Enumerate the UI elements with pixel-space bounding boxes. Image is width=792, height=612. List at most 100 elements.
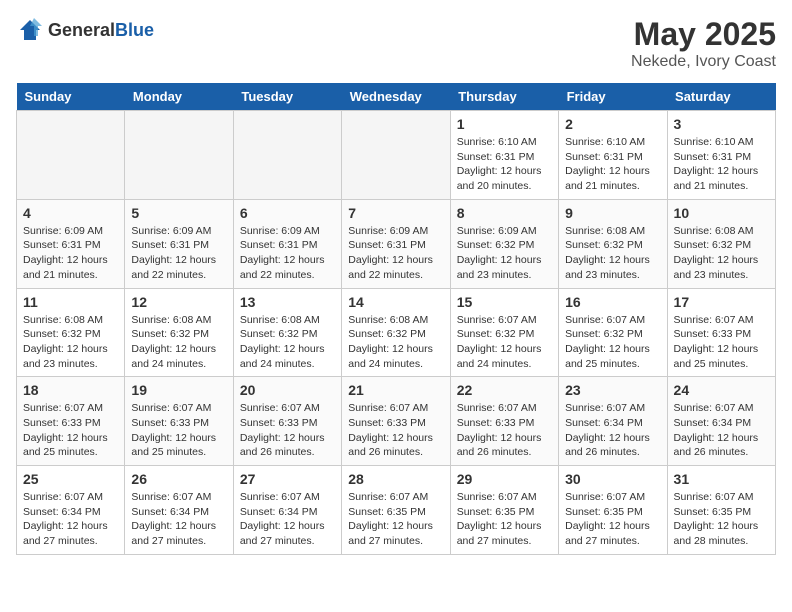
day-info: Sunrise: 6:10 AM Sunset: 6:31 PM Dayligh… <box>457 135 552 194</box>
day-info: Sunrise: 6:07 AM Sunset: 6:32 PM Dayligh… <box>565 313 660 372</box>
day-number: 29 <box>457 471 552 487</box>
day-number: 16 <box>565 294 660 310</box>
calendar-cell: 6Sunrise: 6:09 AM Sunset: 6:31 PM Daylig… <box>233 199 341 288</box>
day-number: 4 <box>23 205 118 221</box>
day-info: Sunrise: 6:07 AM Sunset: 6:34 PM Dayligh… <box>131 490 226 549</box>
calendar-cell: 3Sunrise: 6:10 AM Sunset: 6:31 PM Daylig… <box>667 111 775 200</box>
day-number: 28 <box>348 471 443 487</box>
header-tuesday: Tuesday <box>233 83 341 111</box>
day-info: Sunrise: 6:07 AM Sunset: 6:33 PM Dayligh… <box>131 401 226 460</box>
location-title: Nekede, Ivory Coast <box>631 53 776 71</box>
day-info: Sunrise: 6:09 AM Sunset: 6:31 PM Dayligh… <box>240 224 335 283</box>
day-number: 14 <box>348 294 443 310</box>
calendar-cell: 2 Sunrise: 6:10 AM Sunset: 6:31 PM Daylig… <box>559 111 667 200</box>
day-info: Sunrise: 6:07 AM Sunset: 6:34 PM Dayligh… <box>23 490 118 549</box>
day-info: Sunrise: 6:07 AM Sunset: 6:33 PM Dayligh… <box>457 401 552 460</box>
month-title: May 2025 <box>631 16 776 53</box>
day-info: Sunrise: 6:07 AM Sunset: 6:35 PM Dayligh… <box>674 490 769 549</box>
calendar-cell: 18 Sunrise: 6:07 AM Sunset: 6:33 PM Dayli… <box>17 377 125 466</box>
day-number: 2 <box>565 116 660 132</box>
calendar-header-row: SundayMondayTuesdayWednesdayThursdayFrid… <box>17 83 776 111</box>
day-number: 13 <box>240 294 335 310</box>
day-number: 15 <box>457 294 552 310</box>
day-info: Sunrise: 6:07 AM Sunset: 6:35 PM Dayligh… <box>348 490 443 549</box>
calendar-cell: 23 Sunrise: 6:07 AM Sunset: 6:34 PM Dayli… <box>559 377 667 466</box>
logo-blue: Blue <box>115 20 154 40</box>
calendar-cell: 14 Sunrise: 6:08 AM Sunset: 6:32 PM Dayli… <box>342 288 450 377</box>
day-info: Sunrise: 6:10 AM Sunset: 6:31 PM Dayligh… <box>565 135 660 194</box>
calendar-cell <box>233 111 341 200</box>
calendar-cell: 17 Sunrise: 6:07 AM Sunset: 6:33 PM Dayli… <box>667 288 775 377</box>
logo: GeneralBlue <box>16 16 154 44</box>
day-info: Sunrise: 6:09 AM Sunset: 6:31 PM Dayligh… <box>348 224 443 283</box>
day-number: 26 <box>131 471 226 487</box>
day-info: Sunrise: 6:07 AM Sunset: 6:33 PM Dayligh… <box>348 401 443 460</box>
day-info: Sunrise: 6:09 AM Sunset: 6:31 PM Dayligh… <box>23 224 118 283</box>
day-number: 19 <box>131 382 226 398</box>
calendar-week-2: 4 Sunrise: 6:09 AM Sunset: 6:31 PM Daylig… <box>17 199 776 288</box>
day-number: 1 <box>457 116 552 132</box>
day-number: 25 <box>23 471 118 487</box>
calendar-cell: 11Sunrise: 6:08 AM Sunset: 6:32 PM Dayli… <box>17 288 125 377</box>
day-info: Sunrise: 6:08 AM Sunset: 6:32 PM Dayligh… <box>131 313 226 372</box>
logo-icon <box>16 16 44 44</box>
day-info: Sunrise: 6:08 AM Sunset: 6:32 PM Dayligh… <box>23 313 118 372</box>
day-number: 5 <box>131 205 226 221</box>
calendar-cell: 9Sunrise: 6:08 AM Sunset: 6:32 PM Daylig… <box>559 199 667 288</box>
calendar-week-1: 1 Sunrise: 6:10 AM Sunset: 6:31 PM Daylig… <box>17 111 776 200</box>
calendar-cell: 26 Sunrise: 6:07 AM Sunset: 6:34 PM Dayli… <box>125 466 233 555</box>
calendar-cell: 21 Sunrise: 6:07 AM Sunset: 6:33 PM Dayli… <box>342 377 450 466</box>
calendar-cell <box>342 111 450 200</box>
calendar-cell: 30 Sunrise: 6:07 AM Sunset: 6:35 PM Dayli… <box>559 466 667 555</box>
calendar-cell: 12Sunrise: 6:08 AM Sunset: 6:32 PM Dayli… <box>125 288 233 377</box>
day-number: 23 <box>565 382 660 398</box>
calendar-cell: 16 Sunrise: 6:07 AM Sunset: 6:32 PM Dayli… <box>559 288 667 377</box>
calendar-cell: 8 Sunrise: 6:09 AM Sunset: 6:32 PM Daylig… <box>450 199 558 288</box>
page-header: GeneralBlue May 2025 Nekede, Ivory Coast <box>16 16 776 71</box>
calendar-cell: 10 Sunrise: 6:08 AM Sunset: 6:32 PM Dayli… <box>667 199 775 288</box>
day-info: Sunrise: 6:08 AM Sunset: 6:32 PM Dayligh… <box>348 313 443 372</box>
day-info: Sunrise: 6:09 AM Sunset: 6:31 PM Dayligh… <box>131 224 226 283</box>
day-info: Sunrise: 6:07 AM Sunset: 6:34 PM Dayligh… <box>674 401 769 460</box>
day-number: 27 <box>240 471 335 487</box>
day-number: 31 <box>674 471 769 487</box>
calendar-cell: 19 Sunrise: 6:07 AM Sunset: 6:33 PM Dayli… <box>125 377 233 466</box>
calendar-cell: 7Sunrise: 6:09 AM Sunset: 6:31 PM Daylig… <box>342 199 450 288</box>
calendar-cell: 13 Sunrise: 6:08 AM Sunset: 6:32 PM Dayli… <box>233 288 341 377</box>
day-info: Sunrise: 6:09 AM Sunset: 6:32 PM Dayligh… <box>457 224 552 283</box>
calendar-week-4: 18 Sunrise: 6:07 AM Sunset: 6:33 PM Dayli… <box>17 377 776 466</box>
day-info: Sunrise: 6:07 AM Sunset: 6:35 PM Dayligh… <box>565 490 660 549</box>
day-info: Sunrise: 6:08 AM Sunset: 6:32 PM Dayligh… <box>240 313 335 372</box>
day-info: Sunrise: 6:07 AM Sunset: 6:32 PM Dayligh… <box>457 313 552 372</box>
logo-text: GeneralBlue <box>48 20 154 41</box>
day-number: 30 <box>565 471 660 487</box>
header-monday: Monday <box>125 83 233 111</box>
calendar-cell <box>125 111 233 200</box>
day-number: 24 <box>674 382 769 398</box>
day-number: 21 <box>348 382 443 398</box>
day-info: Sunrise: 6:07 AM Sunset: 6:34 PM Dayligh… <box>240 490 335 549</box>
day-info: Sunrise: 6:07 AM Sunset: 6:34 PM Dayligh… <box>565 401 660 460</box>
header-saturday: Saturday <box>667 83 775 111</box>
calendar-cell: 20 Sunrise: 6:07 AM Sunset: 6:33 PM Dayli… <box>233 377 341 466</box>
day-info: Sunrise: 6:07 AM Sunset: 6:33 PM Dayligh… <box>240 401 335 460</box>
calendar-cell: 29 Sunrise: 6:07 AM Sunset: 6:35 PM Dayli… <box>450 466 558 555</box>
day-number: 18 <box>23 382 118 398</box>
header-sunday: Sunday <box>17 83 125 111</box>
calendar-cell: 15 Sunrise: 6:07 AM Sunset: 6:32 PM Dayli… <box>450 288 558 377</box>
day-info: Sunrise: 6:07 AM Sunset: 6:33 PM Dayligh… <box>23 401 118 460</box>
day-info: Sunrise: 6:08 AM Sunset: 6:32 PM Dayligh… <box>674 224 769 283</box>
day-number: 20 <box>240 382 335 398</box>
calendar-cell: 4 Sunrise: 6:09 AM Sunset: 6:31 PM Daylig… <box>17 199 125 288</box>
day-number: 17 <box>674 294 769 310</box>
calendar-cell: 24 Sunrise: 6:07 AM Sunset: 6:34 PM Dayli… <box>667 377 775 466</box>
day-info: Sunrise: 6:07 AM Sunset: 6:33 PM Dayligh… <box>674 313 769 372</box>
header-thursday: Thursday <box>450 83 558 111</box>
day-info: Sunrise: 6:07 AM Sunset: 6:35 PM Dayligh… <box>457 490 552 549</box>
day-number: 8 <box>457 205 552 221</box>
header-wednesday: Wednesday <box>342 83 450 111</box>
day-number: 10 <box>674 205 769 221</box>
calendar-cell: 5 Sunrise: 6:09 AM Sunset: 6:31 PM Daylig… <box>125 199 233 288</box>
day-info: Sunrise: 6:08 AM Sunset: 6:32 PM Dayligh… <box>565 224 660 283</box>
day-number: 22 <box>457 382 552 398</box>
